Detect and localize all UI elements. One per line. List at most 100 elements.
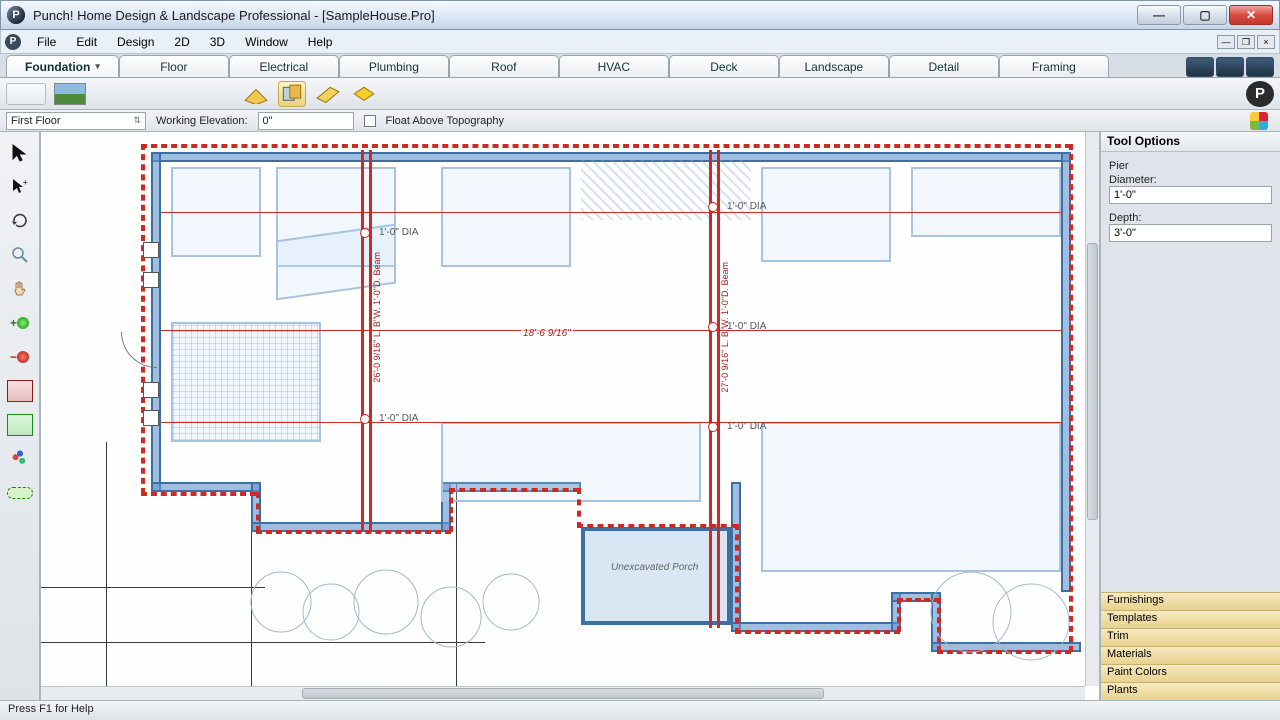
menu-2d[interactable]: 2D	[164, 33, 199, 51]
opening-marker	[143, 242, 159, 258]
lib-tab-plants[interactable]: Plants	[1101, 682, 1280, 700]
maximize-button[interactable]: ▢	[1183, 5, 1227, 25]
chain-tool[interactable]	[6, 480, 34, 506]
lib-tab-paint[interactable]: Paint Colors	[1101, 664, 1280, 682]
menu-edit[interactable]: Edit	[66, 33, 107, 51]
horizontal-scrollbar[interactable]	[41, 686, 1085, 700]
cursor-plus-icon: +	[10, 177, 30, 197]
lib-tab-materials[interactable]: Materials	[1101, 646, 1280, 664]
menu-file[interactable]: File	[27, 33, 66, 51]
footing-tool-button[interactable]	[242, 81, 270, 107]
pier-label: 1'-0" DIA	[727, 421, 766, 432]
mdi-close-button[interactable]: ×	[1257, 35, 1275, 49]
close-button[interactable]: ✕	[1229, 5, 1273, 25]
tab-landscape[interactable]: Landscape	[779, 55, 889, 77]
landscape-icon	[911, 552, 1085, 682]
arc-tool-1[interactable]	[6, 378, 34, 404]
tab-floor[interactable]: Floor	[119, 55, 229, 77]
right-panel: Tool Options Pier Diameter: Depth: Furni…	[1100, 132, 1280, 700]
foundation-line	[141, 492, 256, 496]
gridline	[106, 442, 107, 686]
foundation-line	[735, 630, 900, 634]
menu-help[interactable]: Help	[298, 33, 343, 51]
menu-design[interactable]: Design	[107, 33, 164, 51]
foundation-line	[577, 524, 737, 528]
svg-text:+: +	[23, 178, 28, 187]
motion-tool[interactable]	[6, 446, 34, 472]
tab-foundation[interactable]: Foundation▾	[6, 55, 119, 77]
status-text: Press F1 for Help	[8, 703, 94, 715]
foundation-line	[897, 598, 901, 632]
dim-span-label: 18'-6 9/16"	[521, 328, 573, 339]
menu-3d[interactable]: 3D	[200, 33, 235, 51]
lib-tab-furnishings[interactable]: Furnishings	[1101, 592, 1280, 610]
remove-marker-tool[interactable]: −	[6, 344, 34, 370]
tool-options-header: Tool Options	[1101, 132, 1280, 152]
tab-plumbing[interactable]: Plumbing	[339, 55, 449, 77]
scroll-thumb[interactable]	[1087, 243, 1098, 520]
arc-green-icon	[7, 414, 33, 436]
beam-tool-button[interactable]	[350, 81, 378, 107]
add-marker-tool[interactable]: +	[6, 310, 34, 336]
depth-input[interactable]	[1109, 224, 1272, 242]
beam-icon	[351, 83, 377, 105]
foundation-line	[449, 488, 453, 532]
pier-marker	[360, 228, 370, 238]
mdi-minimize-button[interactable]: —	[1217, 35, 1235, 49]
tab-framing[interactable]: Framing	[999, 55, 1109, 77]
menu-window[interactable]: Window	[235, 33, 298, 51]
mdi-restore-button[interactable]: ❐	[1237, 35, 1255, 49]
foundation-line	[449, 488, 579, 492]
foundation-line	[577, 488, 581, 528]
scroll-thumb[interactable]	[302, 688, 824, 699]
pier-label: 1'-0" DIA	[727, 201, 766, 212]
chevron-down-icon: ▾	[95, 61, 100, 72]
wall-tool-button[interactable]	[6, 83, 46, 105]
rotate-tool[interactable]	[6, 208, 34, 234]
ghost-room	[441, 167, 571, 267]
landscape-icon	[241, 532, 741, 672]
chain-icon	[7, 487, 33, 499]
vertical-scrollbar[interactable]	[1085, 132, 1099, 686]
tool-options-body: Pier Diameter: Depth:	[1101, 152, 1280, 592]
floor-selector[interactable]: First Floor ⇅	[6, 112, 146, 130]
post-icon	[315, 83, 341, 105]
pier-marker	[708, 322, 718, 332]
punch-logo-icon: P	[1246, 81, 1274, 107]
library-tabs: Furnishings Templates Trim Materials Pai…	[1101, 592, 1280, 700]
select-plus-tool[interactable]: +	[6, 174, 34, 200]
lib-tab-trim[interactable]: Trim	[1101, 628, 1280, 646]
tab-hvac[interactable]: HVAC	[559, 55, 669, 77]
terrain-swatch[interactable]	[54, 83, 86, 105]
dim-line	[161, 330, 1061, 331]
pan-tool[interactable]	[6, 276, 34, 302]
dim-line	[161, 212, 1061, 213]
view-cube-icon[interactable]	[1250, 112, 1268, 130]
diameter-input[interactable]	[1109, 186, 1272, 204]
depth-label: Depth:	[1109, 212, 1272, 224]
pier-label: 1'-0" DIA	[727, 321, 766, 332]
pier-label: 1'-0" DIA	[379, 227, 418, 238]
view-mode-button-3[interactable]	[1246, 57, 1274, 77]
float-above-checkbox[interactable]	[364, 115, 376, 127]
select-tool[interactable]	[6, 140, 34, 166]
view-mode-button-2[interactable]	[1216, 57, 1244, 77]
zoom-tool[interactable]	[6, 242, 34, 268]
minimize-button[interactable]: —	[1137, 5, 1181, 25]
foundation-line	[256, 492, 260, 532]
menu-app-icon: P	[5, 34, 21, 50]
working-elevation-input[interactable]: 0"	[258, 112, 354, 130]
pier-tool-button[interactable]	[278, 81, 306, 107]
tab-detail[interactable]: Detail	[889, 55, 999, 77]
drawing-canvas[interactable]: Unexcavated Porch 26'-0 9/16" L. B"W.	[41, 132, 1085, 686]
post-tool-button[interactable]	[314, 81, 342, 107]
view-mode-button-1[interactable]	[1186, 57, 1214, 77]
tab-deck[interactable]: Deck	[669, 55, 779, 77]
foundation-toolbar: P	[0, 78, 1280, 110]
arc-tool-2[interactable]	[6, 412, 34, 438]
lib-tab-templates[interactable]: Templates	[1101, 610, 1280, 628]
tab-electrical[interactable]: Electrical	[229, 55, 339, 77]
tab-roof[interactable]: Roof	[449, 55, 559, 77]
pier-marker	[360, 414, 370, 424]
gridline	[41, 587, 265, 588]
